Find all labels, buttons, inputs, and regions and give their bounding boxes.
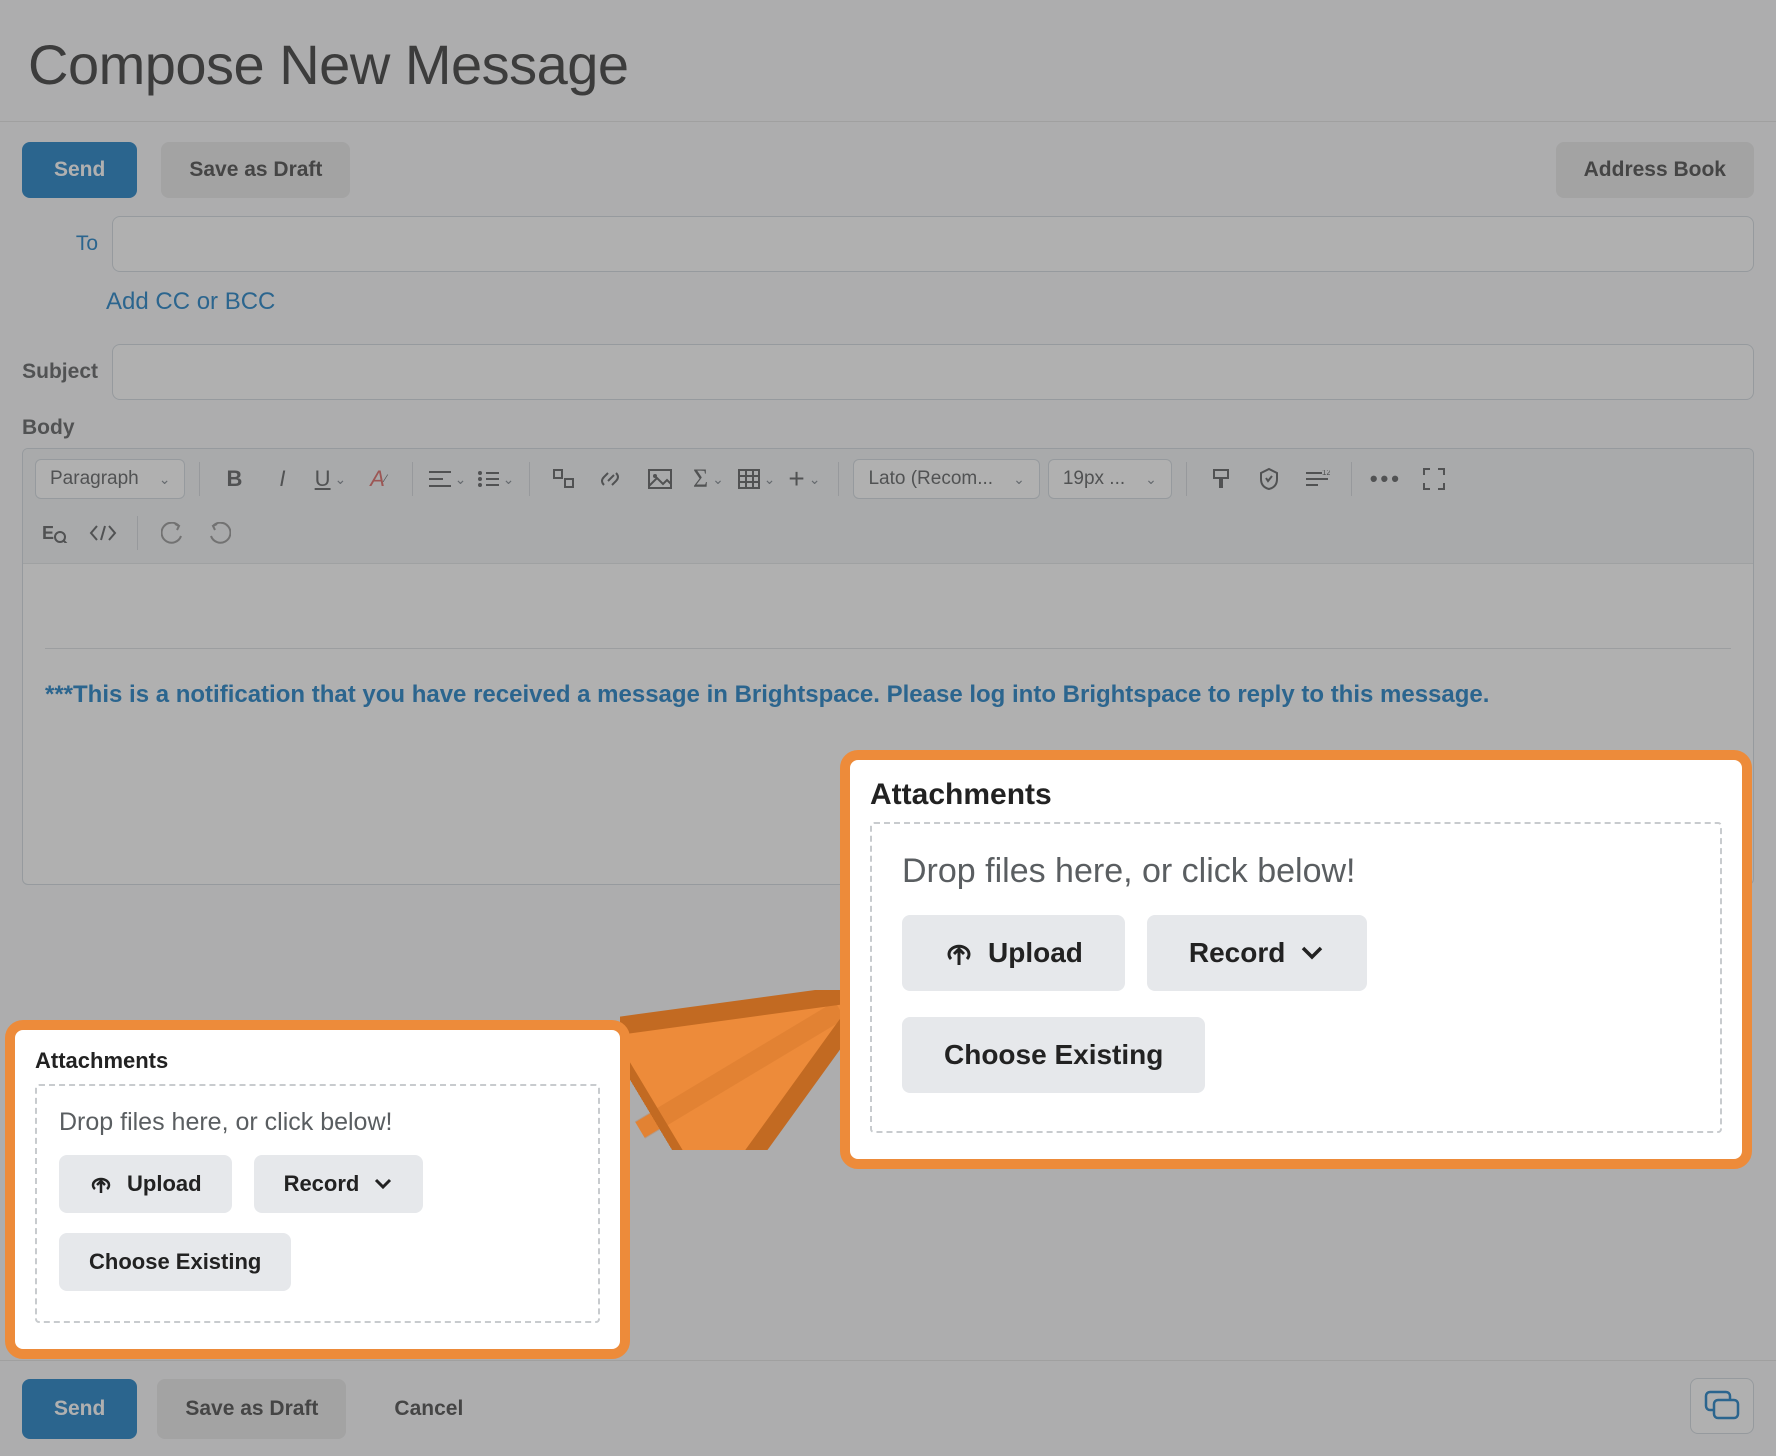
toolbar-separator [1351,462,1352,496]
source-code-button[interactable] [83,513,123,553]
font-select[interactable]: Lato (Recom... ⌄ [853,459,1039,499]
chevron-down-icon [373,1177,393,1191]
cancel-button[interactable]: Cancel [366,1379,491,1439]
record-button-large[interactable]: Record [1147,915,1367,991]
record-label-large: Record [1189,937,1285,969]
subject-field-row: Subject [0,344,1776,400]
table-button[interactable]: ⌄ [736,459,776,499]
editor-toolbar: Paragraph ⌄ B I U⌄ A⁄ ⌄ ⌄ [23,449,1753,564]
attachments-title: Attachments [35,1048,600,1074]
align-button[interactable]: ⌄ [427,459,467,499]
paragraph-select-label: Paragraph [50,468,139,490]
preview-button[interactable]: E [35,513,75,553]
page-title: Compose New Message [0,0,1776,121]
list-button[interactable]: ⌄ [475,459,515,499]
dropzone-text: Drop files here, or click below! [59,1108,576,1137]
font-size-label: 19px ... [1063,468,1125,490]
upload-label: Upload [127,1171,202,1197]
attachments-title-large: Attachments [870,778,1722,812]
add-cc-bcc-link[interactable]: Add CC or BCC [0,272,1776,336]
record-label: Record [284,1171,360,1197]
toolbar-separator [137,516,138,550]
editor-horizontal-rule [45,648,1731,649]
save-draft-button[interactable]: Save as Draft [161,142,350,198]
editor-notification-text: ***This is a notification that you have … [45,677,1731,713]
body-label: Body [0,400,1776,448]
chevron-down-icon: ⌄ [455,471,467,488]
insert-more-button[interactable]: +⌄ [784,459,824,499]
to-field-row: To [0,216,1776,272]
attachments-callout-large: Attachments Drop files here, or click be… [840,750,1752,1169]
insert-quicklink-button[interactable] [544,459,584,499]
save-draft-button-bottom[interactable]: Save as Draft [157,1379,346,1439]
toolbar-separator [838,462,839,496]
toolbar-separator [1186,462,1187,496]
to-input[interactable] [112,216,1754,272]
redo-button[interactable] [200,513,240,553]
chevron-down-icon: ⌄ [1013,471,1025,488]
choose-existing-button[interactable]: Choose Existing [59,1233,291,1291]
svg-text:E: E [42,523,54,543]
undo-button[interactable] [152,513,192,553]
chevron-down-icon: ⌄ [503,471,515,488]
attachments-callout-small: Attachments Drop files here, or click be… [5,1020,630,1359]
insert-image-button[interactable] [640,459,680,499]
choose-existing-label-large: Choose Existing [944,1039,1163,1071]
send-button[interactable]: Send [22,142,137,198]
chevron-down-icon: ⌄ [159,471,171,488]
chevron-down-icon: ⌄ [712,471,724,488]
word-count-button[interactable]: 123 [1297,459,1337,499]
upload-icon [89,1173,113,1195]
font-select-label: Lato (Recom... [868,468,993,490]
more-actions-button[interactable]: ••• [1366,459,1406,499]
svg-text:123: 123 [1322,470,1330,477]
subject-input[interactable] [112,344,1754,400]
attachments-dropzone-large[interactable]: Drop files here, or click below! Upload … [870,822,1722,1133]
upload-label-large: Upload [988,937,1083,969]
toolbar-separator [199,462,200,496]
dropzone-text-large: Drop files here, or click below! [902,852,1690,891]
chat-bubble-button[interactable] [1690,1378,1754,1434]
toolbar-separator [529,462,530,496]
subject-label: Subject [22,360,112,384]
chevron-down-icon [1299,944,1325,962]
toolbar-separator [412,462,413,496]
to-label: To [22,232,112,256]
upload-button-large[interactable]: Upload [902,915,1125,991]
italic-button[interactable]: I [262,459,302,499]
chevron-down-icon: ⌄ [764,471,776,488]
fullscreen-button[interactable] [1414,459,1454,499]
send-button-bottom[interactable]: Send [22,1379,137,1439]
accessibility-checker-button[interactable] [1249,459,1289,499]
attachments-dropzone[interactable]: Drop files here, or click below! Upload … [35,1084,600,1323]
bold-button[interactable]: B [214,459,254,499]
upload-button[interactable]: Upload [59,1155,232,1213]
format-painter-button[interactable] [1201,459,1241,499]
choose-existing-label: Choose Existing [89,1249,261,1275]
top-button-row: Send Save as Draft Address Book [0,122,1776,208]
bottom-button-bar: Send Save as Draft Cancel [0,1360,1776,1456]
chevron-down-icon: ⌄ [809,471,821,488]
paragraph-select[interactable]: Paragraph ⌄ [35,459,185,499]
underline-button[interactable]: U⌄ [310,459,350,499]
record-button[interactable]: Record [254,1155,424,1213]
equation-button[interactable]: Σ⌄ [688,459,728,499]
text-color-button[interactable]: A⁄ [358,459,398,499]
editor-toolbar-row2: E [35,513,1741,553]
insert-link-button[interactable] [592,459,632,499]
upload-icon [944,939,974,967]
chevron-down-icon: ⌄ [335,471,347,488]
font-size-select[interactable]: 19px ... ⌄ [1048,459,1172,499]
chevron-down-icon: ⌄ [1145,471,1157,488]
choose-existing-button-large[interactable]: Choose Existing [902,1017,1205,1093]
address-book-button[interactable]: Address Book [1556,142,1754,198]
